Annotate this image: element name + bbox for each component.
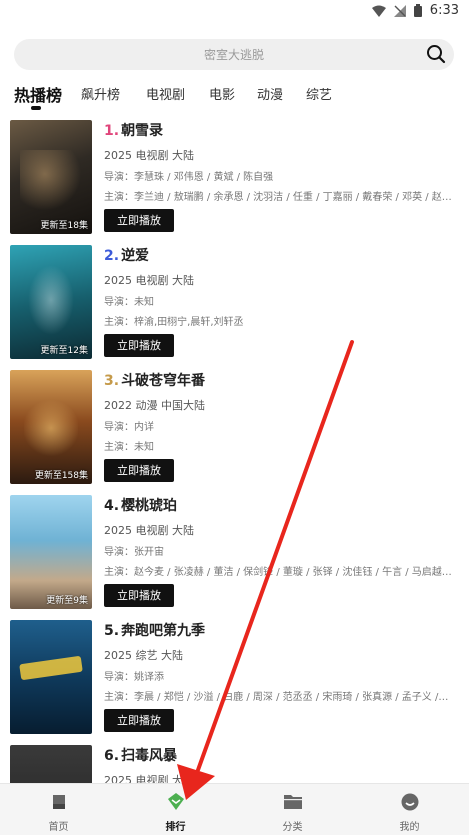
poster-image[interactable]: 更新至9集 [10, 495, 92, 609]
rank-number: 1. [104, 123, 120, 139]
episode-badge: 更新至18集 [40, 221, 88, 231]
item-meta: 2025 电视剧 大陆 [104, 149, 194, 162]
rank-number: 3. [104, 373, 120, 389]
ranking-tabs: 热播榜 飙升榜 电视剧 电影 动漫 综艺 [0, 78, 469, 114]
rank-number: 4. [104, 498, 120, 514]
list-item[interactable]: 更新至18集 1. 朝雪录 2025 电视剧 大陆 导演：李慧珠 / 邓伟恩 / … [10, 120, 460, 234]
item-meta: 2025 电视剧 大陆 [104, 774, 194, 783]
nav-home[interactable]: 首页 [0, 784, 117, 835]
item-cast: 主演：李兰迪 / 敖瑞鹏 / 余承恩 / 沈羽洁 / 任重 / 丁嘉丽 / 戴春… [104, 192, 452, 203]
no-signal-icon [393, 4, 406, 17]
item-cast: 主演：梓渝,田栩宁,晨轩,刘轩丞 [104, 317, 244, 328]
search-placeholder: 密室大逃脱 [203, 48, 264, 62]
item-title[interactable]: 樱桃琥珀 [121, 498, 177, 514]
item-cast: 主演：未知 [104, 442, 154, 453]
tab-tv-series[interactable]: 电视剧 [146, 84, 185, 103]
play-now-button[interactable]: 立即播放 [104, 209, 174, 232]
battery-icon [413, 4, 422, 17]
clock: 6:33 [429, 3, 459, 18]
item-cast: 主演：李晨 / 郑恺 / 沙溢 / 白鹿 / 周深 / 范丞丞 / 宋雨琦 / … [104, 692, 449, 703]
play-now-button[interactable]: 立即播放 [104, 584, 174, 607]
item-director: 导演：内详 [104, 422, 154, 433]
poster-image[interactable]: 更新至12集 [10, 245, 92, 359]
tab-movie[interactable]: 电影 [209, 84, 235, 103]
episode-badge: 更新至158集 [34, 471, 88, 481]
episode-badge: 更新至12集 [40, 346, 88, 356]
item-director: 导演：张开宙 [104, 547, 164, 558]
item-title[interactable]: 逆爱 [121, 248, 149, 264]
item-director: 导演：未知 [104, 297, 154, 308]
wifi-icon [371, 5, 386, 17]
nav-label: 首页 [48, 822, 69, 833]
nav-profile[interactable]: 我的 [351, 784, 468, 835]
item-meta: 2025 电视剧 大陆 [104, 524, 194, 537]
item-cast: 主演：赵今麦 / 张凌赫 / 董洁 / 保剑锋 / 董璇 / 张铎 / 沈佳钰 … [104, 567, 452, 578]
item-title[interactable]: 奔跑吧第九季 [121, 623, 205, 639]
home-icon [52, 795, 65, 809]
item-title[interactable]: 扫毒风暴 [121, 748, 177, 764]
search-icon[interactable] [426, 44, 446, 64]
nav-category[interactable]: 分类 [234, 784, 351, 835]
poster-image[interactable]: 更新至158集 [10, 370, 92, 484]
nav-label: 分类 [282, 822, 303, 833]
status-bar: 6:33 [0, 0, 469, 24]
poster-image[interactable]: 更新至18集 [10, 120, 92, 234]
item-title[interactable]: 朝雪录 [121, 123, 163, 139]
bottom-navigation: 首页 排行 分类 我的 [0, 783, 469, 835]
item-meta: 2022 动漫 中国大陆 [104, 399, 205, 412]
ranking-icon [167, 793, 184, 810]
list-item[interactable]: 更新至9集 4. 樱桃琥珀 2025 电视剧 大陆 导演：张开宙 主演：赵今麦 /… [10, 495, 460, 609]
nav-label: 我的 [399, 822, 420, 833]
rank-number: 5. [104, 623, 120, 639]
play-now-button[interactable]: 立即播放 [104, 459, 174, 482]
item-director: 导演：李慧珠 / 邓伟恩 / 黄斌 / 陈自强 [104, 172, 274, 183]
tab-rising[interactable]: 飙升榜 [81, 84, 120, 103]
profile-icon [401, 793, 418, 811]
item-title[interactable]: 斗破苍穹年番 [121, 373, 205, 389]
list-item[interactable]: 6. 扫毒风暴 2025 电视剧 大陆 [10, 745, 460, 783]
item-meta: 2025 综艺 大陆 [104, 649, 183, 662]
rank-number: 2. [104, 248, 120, 264]
tab-variety[interactable]: 综艺 [306, 84, 332, 103]
nav-label: 排行 [165, 822, 186, 833]
nav-ranking[interactable]: 排行 [117, 784, 234, 835]
play-now-button[interactable]: 立即播放 [104, 709, 174, 732]
list-item[interactable]: 更新至158集 3. 斗破苍穹年番 2022 动漫 中国大陆 导演：内详 主演：未… [10, 370, 460, 484]
rank-number: 6. [104, 748, 120, 764]
play-now-button[interactable]: 立即播放 [104, 334, 174, 357]
search-bar[interactable]: 密室大逃脱 [14, 39, 454, 70]
list-item[interactable]: 更新至12集 2. 逆爱 2025 电视剧 大陆 导演：未知 主演：梓渝,田栩宁,… [10, 245, 460, 359]
active-tab-indicator [31, 106, 41, 110]
tab-anime[interactable]: 动漫 [257, 84, 283, 103]
list-item[interactable]: 5. 奔跑吧第九季 2025 综艺 大陆 导演：姚译添 主演：李晨 / 郑恺 / … [10, 620, 460, 734]
poster-image[interactable] [10, 620, 92, 734]
poster-image[interactable] [10, 745, 92, 783]
tab-hot[interactable]: 热播榜 [14, 82, 62, 106]
folder-icon [283, 795, 302, 809]
episode-badge: 更新至9集 [46, 596, 88, 606]
item-director: 导演：姚译添 [104, 672, 164, 683]
item-meta: 2025 电视剧 大陆 [104, 274, 194, 287]
